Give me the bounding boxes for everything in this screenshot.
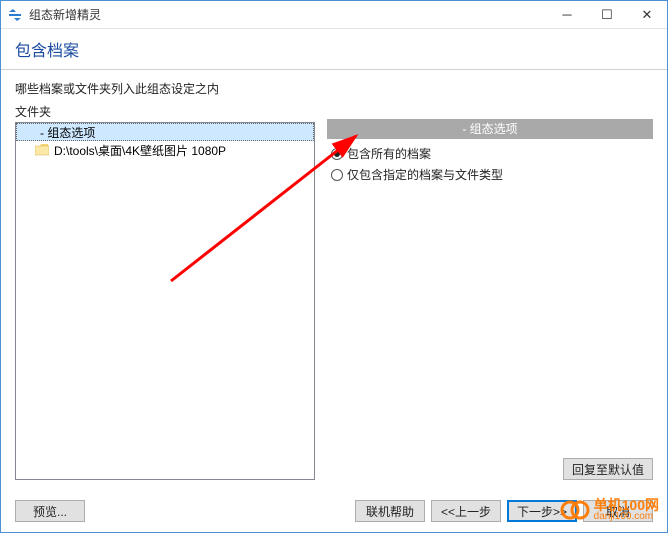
reset-defaults-button[interactable]: 回复至默认值	[563, 458, 653, 480]
close-button[interactable]: ✕	[627, 1, 667, 29]
preview-button[interactable]: 预览...	[15, 500, 85, 522]
radio-group: 包含所有的档案仅包含指定的档案与文件类型	[327, 145, 653, 183]
wizard-header: 包含档案	[1, 29, 667, 70]
radio-option[interactable]: 包含所有的档案	[331, 145, 653, 162]
radio-label: 仅包含指定的档案与文件类型	[347, 166, 503, 183]
folder-icon	[34, 142, 50, 158]
tree-item-label: - 组态选项	[40, 124, 95, 141]
section-header: - 组态选项	[327, 119, 653, 139]
watermark-en: danji100.com	[594, 512, 659, 522]
tree-item-label: D:\tools\桌面\4K壁纸图片 1080P	[54, 142, 226, 159]
radio-icon	[331, 148, 343, 160]
watermark: 单机100网 danji100.com	[560, 496, 659, 524]
tree-item[interactable]: - 组态选项	[16, 123, 314, 141]
radio-label: 包含所有的档案	[347, 145, 431, 162]
maximize-button[interactable]: ☐	[587, 1, 627, 29]
page-title: 包含档案	[15, 37, 653, 61]
folder-pane: 文件夹 - 组态选项D:\tools\桌面\4K壁纸图片 1080P	[15, 103, 315, 480]
back-button[interactable]: <<上一步	[431, 500, 501, 522]
watermark-cn: 单机100网	[594, 498, 659, 512]
window-title: 组态新增精灵	[29, 6, 547, 23]
options-pane: - 组态选项 包含所有的档案仅包含指定的档案与文件类型 回复至默认值	[327, 103, 653, 480]
prompt-text: 哪些档案或文件夹列入此组态设定之内	[15, 80, 653, 97]
radio-option[interactable]: 仅包含指定的档案与文件类型	[331, 166, 653, 183]
tree-item[interactable]: D:\tools\桌面\4K壁纸图片 1080P	[16, 141, 314, 159]
app-icon	[7, 7, 23, 23]
folder-label: 文件夹	[15, 103, 315, 120]
minimize-button[interactable]: ─	[547, 1, 587, 29]
title-bar: 组态新增精灵 ─ ☐ ✕	[1, 1, 667, 29]
radio-icon	[331, 169, 343, 181]
folder-tree[interactable]: - 组态选项D:\tools\桌面\4K壁纸图片 1080P	[15, 122, 315, 480]
content-area: 哪些档案或文件夹列入此组态设定之内 文件夹 - 组态选项D:\tools\桌面\…	[1, 70, 667, 484]
help-button[interactable]: 联机帮助	[355, 500, 425, 522]
blank-icon	[20, 124, 36, 140]
